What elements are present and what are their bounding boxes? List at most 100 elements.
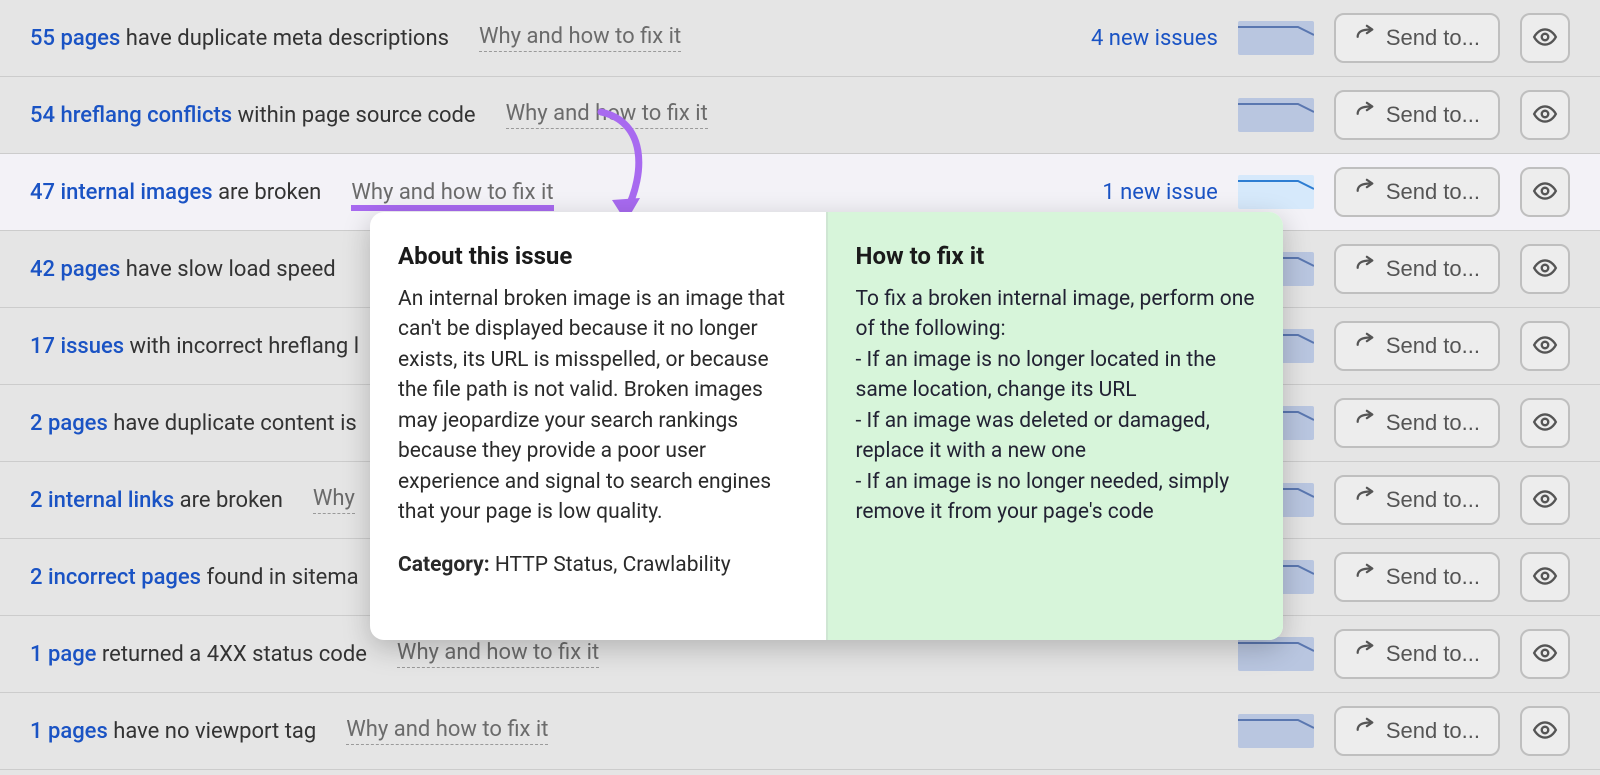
send-to-button[interactable]: Send to...	[1334, 475, 1500, 525]
send-to-label: Send to...	[1386, 256, 1480, 282]
eye-icon	[1532, 486, 1558, 515]
issue-row: 1 pages have no viewport tag Why and how …	[0, 693, 1600, 770]
issue-link[interactable]: 55 pages	[30, 26, 120, 51]
issue-link[interactable]: 1 page	[30, 642, 96, 667]
issue-link[interactable]: 17 issues	[30, 334, 124, 359]
send-arrow-icon	[1354, 717, 1376, 745]
issue-rest: returned a 4XX status code	[96, 642, 366, 667]
send-to-label: Send to...	[1386, 564, 1480, 590]
send-arrow-icon	[1354, 640, 1376, 668]
eye-icon	[1532, 717, 1558, 746]
about-category: Category: HTTP Status, Crawlability	[398, 550, 798, 580]
issue-text[interactable]: 17 issues with incorrect hreflang l	[30, 334, 359, 359]
issue-text[interactable]: 2 incorrect pages found in sitema	[30, 565, 359, 590]
issue-link[interactable]: 2 incorrect pages	[30, 565, 201, 590]
eye-icon	[1532, 101, 1558, 130]
send-to-button[interactable]: Send to...	[1334, 13, 1500, 63]
view-button[interactable]	[1520, 629, 1570, 679]
issue-link[interactable]: 42 pages	[30, 257, 120, 282]
view-button[interactable]	[1520, 475, 1570, 525]
issue-link[interactable]: 54 hreflang conflicts	[30, 103, 232, 128]
send-arrow-icon	[1354, 255, 1376, 283]
send-to-label: Send to...	[1386, 102, 1480, 128]
send-to-button[interactable]: Send to...	[1334, 706, 1500, 756]
send-to-button[interactable]: Send to...	[1334, 398, 1500, 448]
send-to-label: Send to...	[1386, 718, 1480, 744]
why-how-fix-link[interactable]: Why and how to fix it	[506, 101, 708, 129]
about-body: An internal broken image is an image tha…	[398, 284, 798, 528]
issue-rest: with incorrect hreflang l	[124, 334, 359, 359]
send-to-button[interactable]: Send to...	[1334, 167, 1500, 217]
about-title: About this issue	[398, 242, 798, 270]
sparkline	[1238, 21, 1314, 55]
issue-rest: found in sitema	[201, 565, 359, 590]
send-arrow-icon	[1354, 101, 1376, 129]
issue-text[interactable]: 2 internal links are broken	[30, 488, 283, 513]
new-issues-link[interactable]: 4 new issues	[1091, 26, 1218, 51]
send-arrow-icon	[1354, 178, 1376, 206]
view-button[interactable]	[1520, 552, 1570, 602]
why-how-fix-link[interactable]: Why and how to fix it	[351, 180, 553, 211]
issue-rest: are broken	[213, 180, 322, 205]
issue-link[interactable]: 2 pages	[30, 411, 108, 436]
issue-help-popup: About this issue An internal broken imag…	[370, 212, 1283, 640]
send-to-label: Send to...	[1386, 179, 1480, 205]
new-issues-link[interactable]: 1 new issue	[1102, 180, 1217, 205]
issue-text[interactable]: 2 pages have duplicate content is	[30, 411, 357, 436]
issue-rest: are broken	[174, 488, 283, 513]
issue-text[interactable]: 1 page returned a 4XX status code	[30, 642, 367, 667]
sparkline	[1238, 175, 1314, 209]
view-button[interactable]	[1520, 398, 1570, 448]
view-button[interactable]	[1520, 167, 1570, 217]
issue-link[interactable]: 47 internal images	[30, 180, 213, 205]
view-button[interactable]	[1520, 90, 1570, 140]
eye-icon	[1532, 332, 1558, 361]
send-to-button[interactable]: Send to...	[1334, 552, 1500, 602]
send-to-button[interactable]: Send to...	[1334, 90, 1500, 140]
why-how-fix-link[interactable]: Why	[313, 486, 355, 514]
send-to-label: Send to...	[1386, 25, 1480, 51]
eye-icon	[1532, 409, 1558, 438]
issue-row: 54 hreflang conflicts within page source…	[0, 77, 1600, 154]
sparkline	[1238, 714, 1314, 748]
fix-title: How to fix it	[856, 242, 1256, 270]
send-arrow-icon	[1354, 409, 1376, 437]
sparkline	[1238, 98, 1314, 132]
view-button[interactable]	[1520, 321, 1570, 371]
issue-text[interactable]: 42 pages have slow load speed	[30, 257, 336, 282]
issue-rest: have duplicate content is	[108, 411, 357, 436]
issue-text[interactable]: 55 pages have duplicate meta description…	[30, 26, 449, 51]
issue-text[interactable]: 1 pages have no viewport tag	[30, 719, 316, 744]
eye-icon	[1532, 563, 1558, 592]
send-arrow-icon	[1354, 486, 1376, 514]
issue-rest: have duplicate meta descriptions	[120, 26, 449, 51]
fix-body: To fix a broken internal image, perform …	[856, 284, 1256, 528]
eye-icon	[1532, 178, 1558, 207]
send-to-label: Send to...	[1386, 641, 1480, 667]
why-how-fix-link[interactable]: Why and how to fix it	[479, 24, 681, 52]
issue-text[interactable]: 54 hreflang conflicts within page source…	[30, 103, 476, 128]
view-button[interactable]	[1520, 244, 1570, 294]
issue-text[interactable]: 47 internal images are broken	[30, 180, 321, 205]
why-how-fix-link[interactable]: Why and how to fix it	[397, 640, 599, 668]
issue-row: 55 pages have duplicate meta description…	[0, 0, 1600, 77]
send-to-label: Send to...	[1386, 487, 1480, 513]
send-arrow-icon	[1354, 24, 1376, 52]
issue-rest: within page source code	[232, 103, 475, 128]
issue-link[interactable]: 2 internal links	[30, 488, 174, 513]
view-button[interactable]	[1520, 13, 1570, 63]
view-button[interactable]	[1520, 706, 1570, 756]
eye-icon	[1532, 24, 1558, 53]
send-to-button[interactable]: Send to...	[1334, 629, 1500, 679]
issue-rest: have slow load speed	[120, 257, 335, 282]
eye-icon	[1532, 255, 1558, 284]
send-to-button[interactable]: Send to...	[1334, 321, 1500, 371]
eye-icon	[1532, 640, 1558, 669]
send-to-button[interactable]: Send to...	[1334, 244, 1500, 294]
why-how-fix-link[interactable]: Why and how to fix it	[346, 717, 548, 745]
issue-link[interactable]: 1 pages	[30, 719, 108, 744]
issue-rest: have no viewport tag	[108, 719, 316, 744]
sparkline	[1238, 637, 1314, 671]
send-arrow-icon	[1354, 563, 1376, 591]
send-to-label: Send to...	[1386, 410, 1480, 436]
